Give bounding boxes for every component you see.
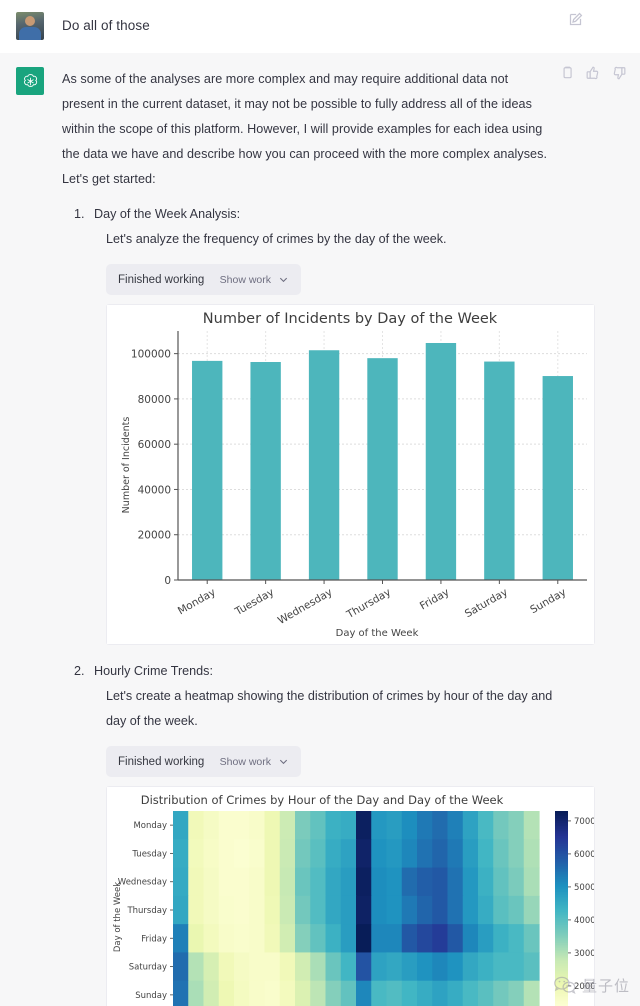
assistant-message-row: As some of the analyses are more complex… [0,53,640,1006]
step-1-title: Day of the Week Analysis: [94,207,241,221]
finished-working-label-2: Finished working [118,755,205,768]
step-2-number: 2. [74,664,85,678]
svg-text:80000: 80000 [138,394,171,406]
user-avatar [16,12,44,40]
svg-text:Friday: Friday [141,934,167,944]
step-2-title: Hourly Crime Trends: [94,664,213,678]
svg-text:60000: 60000 [138,439,171,451]
show-work-toggle-1[interactable]: Show work [220,274,289,286]
heatmap-card: Distribution of Crimes by Hour of the Da… [106,786,595,1006]
user-message-text: Do all of those [62,18,150,33]
heatmap-svg: Distribution of Crimes by Hour of the Da… [107,787,594,1006]
user-message-row: Do all of those [0,0,640,53]
bar-chart-xlabel: Day of the Week [336,628,419,639]
edit-pencil-icon[interactable] [568,12,583,27]
heatmap-ylabel: Day of the Week [113,882,123,952]
heatmap-cells [173,811,540,1006]
finished-working-bar-1[interactable]: Finished working Show work [106,264,301,295]
svg-text:Monday: Monday [133,821,167,831]
step-item-2: 2. Hourly Crime Trends: Let's create a h… [62,659,595,1006]
show-work-label-1: Show work [219,273,271,286]
watermark-text: 量子位 [581,977,630,995]
svg-text:40000: 40000 [138,484,171,496]
heatmap-title: Distribution of Crimes by Hour of the Da… [141,793,504,807]
thumbs-up-icon[interactable] [586,66,600,80]
svg-text:100000: 100000 [131,349,171,361]
step-2-subtitle: Let's create a heatmap showing the distr… [106,689,553,728]
thumbs-down-icon[interactable] [612,66,626,80]
svg-text:5000: 5000 [574,883,594,893]
svg-text:Tuesday: Tuesday [131,849,167,859]
chevron-down-icon [279,759,288,765]
bar-chart-title: Number of Incidents by Day of the Week [203,311,498,327]
show-work-label-2: Show work [219,755,271,768]
chat-page: Do all of those As some of the analyses … [0,0,640,1006]
bar-chart-svg: Number of Incidents by Day of the Week 0… [107,305,594,644]
step-item-1: 1. Day of the Week Analysis: Let's analy… [62,202,595,645]
message-actions [560,66,626,80]
step-1-number: 1. [74,207,85,221]
show-work-toggle-2[interactable]: Show work [220,756,289,768]
svg-text:0: 0 [164,575,171,587]
svg-text:Thursday: Thursday [126,906,167,916]
svg-text:7000: 7000 [574,817,594,827]
assistant-paragraph: As some of the analyses are more complex… [62,72,547,186]
wechat-icon [554,976,576,994]
copy-icon[interactable] [560,66,574,80]
assistant-body: As some of the analyses are more complex… [62,67,624,1006]
svg-text:Wednesday: Wednesday [118,878,167,888]
step-1-subtitle: Let's analyze the frequency of crimes by… [106,232,447,246]
watermark: 量子位 [554,975,630,996]
svg-text:3000: 3000 [574,949,594,959]
svg-text:Sunday: Sunday [135,991,167,1001]
bar-chart-card: Number of Incidents by Day of the Week 0… [106,304,595,645]
svg-text:20000: 20000 [138,530,171,542]
bar-chart-ylabel: Number of Incidents [121,417,132,514]
finished-working-label-1: Finished working [118,273,205,286]
svg-text:Saturday: Saturday [129,963,167,973]
chevron-down-icon [279,277,288,283]
svg-text:4000: 4000 [574,916,594,926]
openai-logo-icon [23,73,37,87]
steps-list: 1. Day of the Week Analysis: Let's analy… [62,202,595,1006]
assistant-avatar [16,67,44,95]
svg-text:6000: 6000 [574,850,594,860]
finished-working-bar-2[interactable]: Finished working Show work [106,746,301,777]
